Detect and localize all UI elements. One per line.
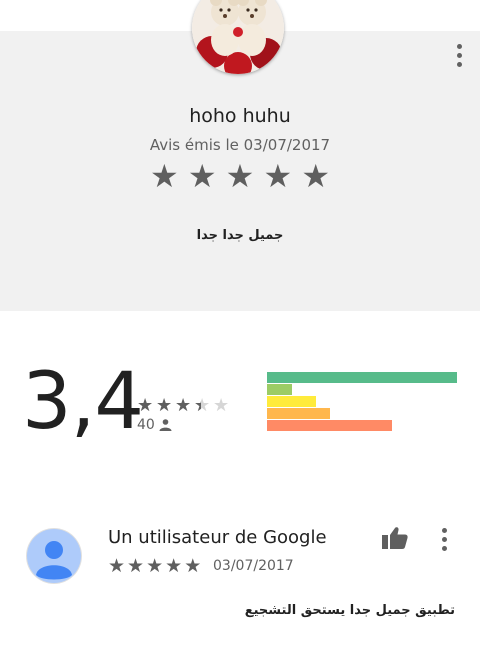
thumbs-up-icon[interactable] [381,526,409,550]
rating-bar-2-stars [267,408,330,419]
review-text: جميل جدا جدا [196,228,284,243]
reviewer-name: hoho huhu [189,105,291,127]
star-icon: ★★ [213,395,230,416]
star-icon: ★★ [194,395,211,416]
rating-histogram [267,372,457,432]
star-icon: ★ [263,157,293,195]
review-date: Avis émis le 03/07/2017 [149,136,331,154]
star-icon: ★ [184,555,202,577]
star-icon: ★ [165,555,183,577]
average-score: 3,4 [22,357,144,447]
rating-count: 40 [137,417,172,433]
star-icon: ★ [108,555,126,577]
star-icon: ★ [301,157,330,195]
person-avatar-icon [36,541,72,580]
star-icon: ★ [146,555,164,577]
user-review-date: 03/07/2017 [213,558,294,574]
user-review-more-icon[interactable] [440,528,448,551]
star-icon: ★ [187,157,217,195]
rating-bar-4-stars [267,384,292,395]
rating-bar-1-stars [267,420,393,431]
rating-bar-5-stars [267,372,457,383]
star-icon: ★★ [156,395,173,416]
rating-count-value: 40 [137,417,155,433]
star-icon: ★ [127,555,145,577]
more-options-icon[interactable] [455,44,463,67]
person-icon [159,419,172,431]
review-stars: ★ ★ ★ ★ ★ [150,160,330,192]
star-icon: ★ [150,157,179,195]
user-review-text: تطبيق جميل جدا يستحق التشجيع [244,603,455,618]
average-stars: ★★★★★★★★★★ [137,395,230,416]
star-icon: ★ [225,157,255,195]
star-icon: ★★ [137,395,154,416]
star-icon: ★★ [175,395,192,416]
user-avatar [27,529,81,583]
rating-bar-3-stars [267,396,317,407]
user-review-stars: ★ ★ ★ ★ ★ [108,557,201,576]
user-review-author: Un utilisateur de Google [108,527,327,548]
